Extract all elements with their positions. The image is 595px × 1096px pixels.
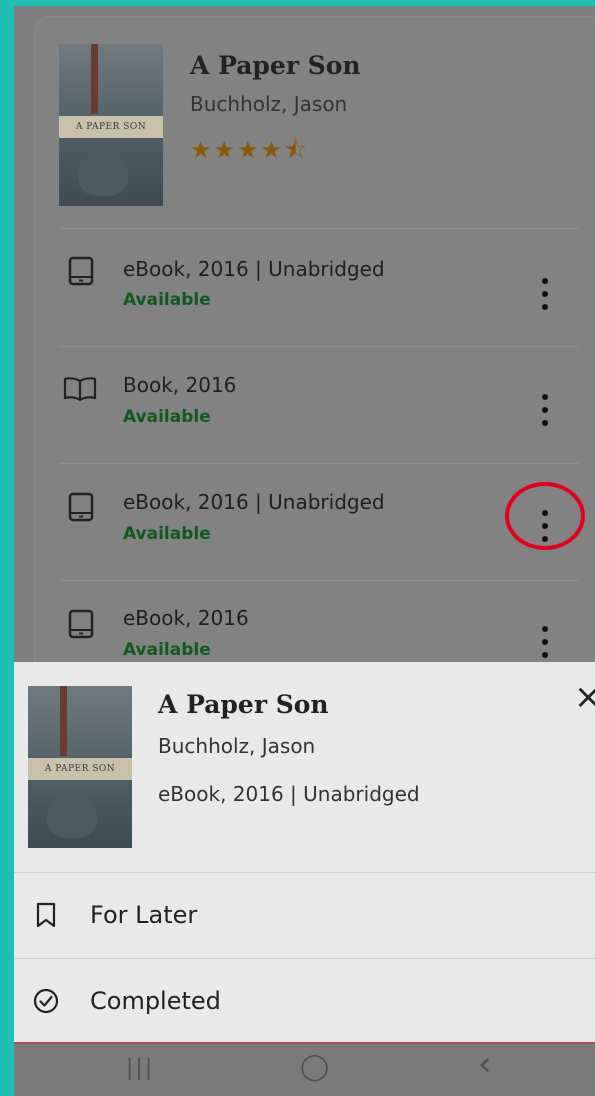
completed-label: Completed [90,987,221,1015]
options-bottom-sheet: A PAPER SON A Paper Son Buchholz, Jason … [14,662,595,1042]
recents-button[interactable]: ||| [126,1056,154,1081]
cover-bridge-decoration [60,686,67,756]
book-title[interactable]: A Paper Son [190,51,361,80]
system-navigation-bar: ||| ◯ ‹ [14,1042,595,1096]
format-status: Available [123,640,211,660]
for-later-action[interactable]: For Later [14,873,595,958]
format-status: Available [123,407,211,427]
bookmark-icon [36,902,56,928]
format-label: eBook, 2016 | Unabridged [123,257,385,281]
completed-action[interactable]: Completed [14,959,595,1044]
check-circle-icon [33,988,59,1014]
sheet-book-cover: A PAPER SON [28,686,132,848]
tablet-icon [68,609,94,639]
cover-portrait [77,152,128,196]
tablet-icon [68,256,94,286]
divider [59,580,579,581]
more-options-button[interactable] [539,394,551,426]
sheet-book-title: A Paper Son [158,690,329,719]
cover-portrait [46,794,97,838]
format-status: Available [123,524,211,544]
cover-title-text: A PAPER SON [59,116,163,138]
book-author[interactable]: Buchholz, Jason [190,92,347,116]
rating-stars: ★★★★⯪ [190,136,309,164]
format-label: Book, 2016 [123,373,237,397]
tablet-icon [68,492,94,522]
more-options-button[interactable] [539,626,551,658]
close-icon[interactable]: × [574,680,595,714]
sheet-book-format: eBook, 2016 | Unabridged [158,782,420,806]
open-book-icon [63,377,97,402]
book-cover[interactable]: A PAPER SON [59,44,163,206]
divider [59,463,579,464]
format-status: Available [123,290,211,310]
highlight-annotation-circle [505,482,585,550]
divider [59,346,579,347]
cover-bridge-decoration [91,44,98,114]
more-options-button[interactable] [539,278,551,310]
format-label: eBook, 2016 [123,606,249,630]
sheet-book-author: Buchholz, Jason [158,734,316,758]
cover-title-text: A PAPER SON [28,758,132,780]
divider [59,228,579,229]
for-later-label: For Later [90,901,198,929]
back-button[interactable]: ‹ [478,1044,492,1084]
format-label: eBook, 2016 | Unabridged [123,490,385,514]
home-button[interactable]: ◯ [300,1052,329,1082]
